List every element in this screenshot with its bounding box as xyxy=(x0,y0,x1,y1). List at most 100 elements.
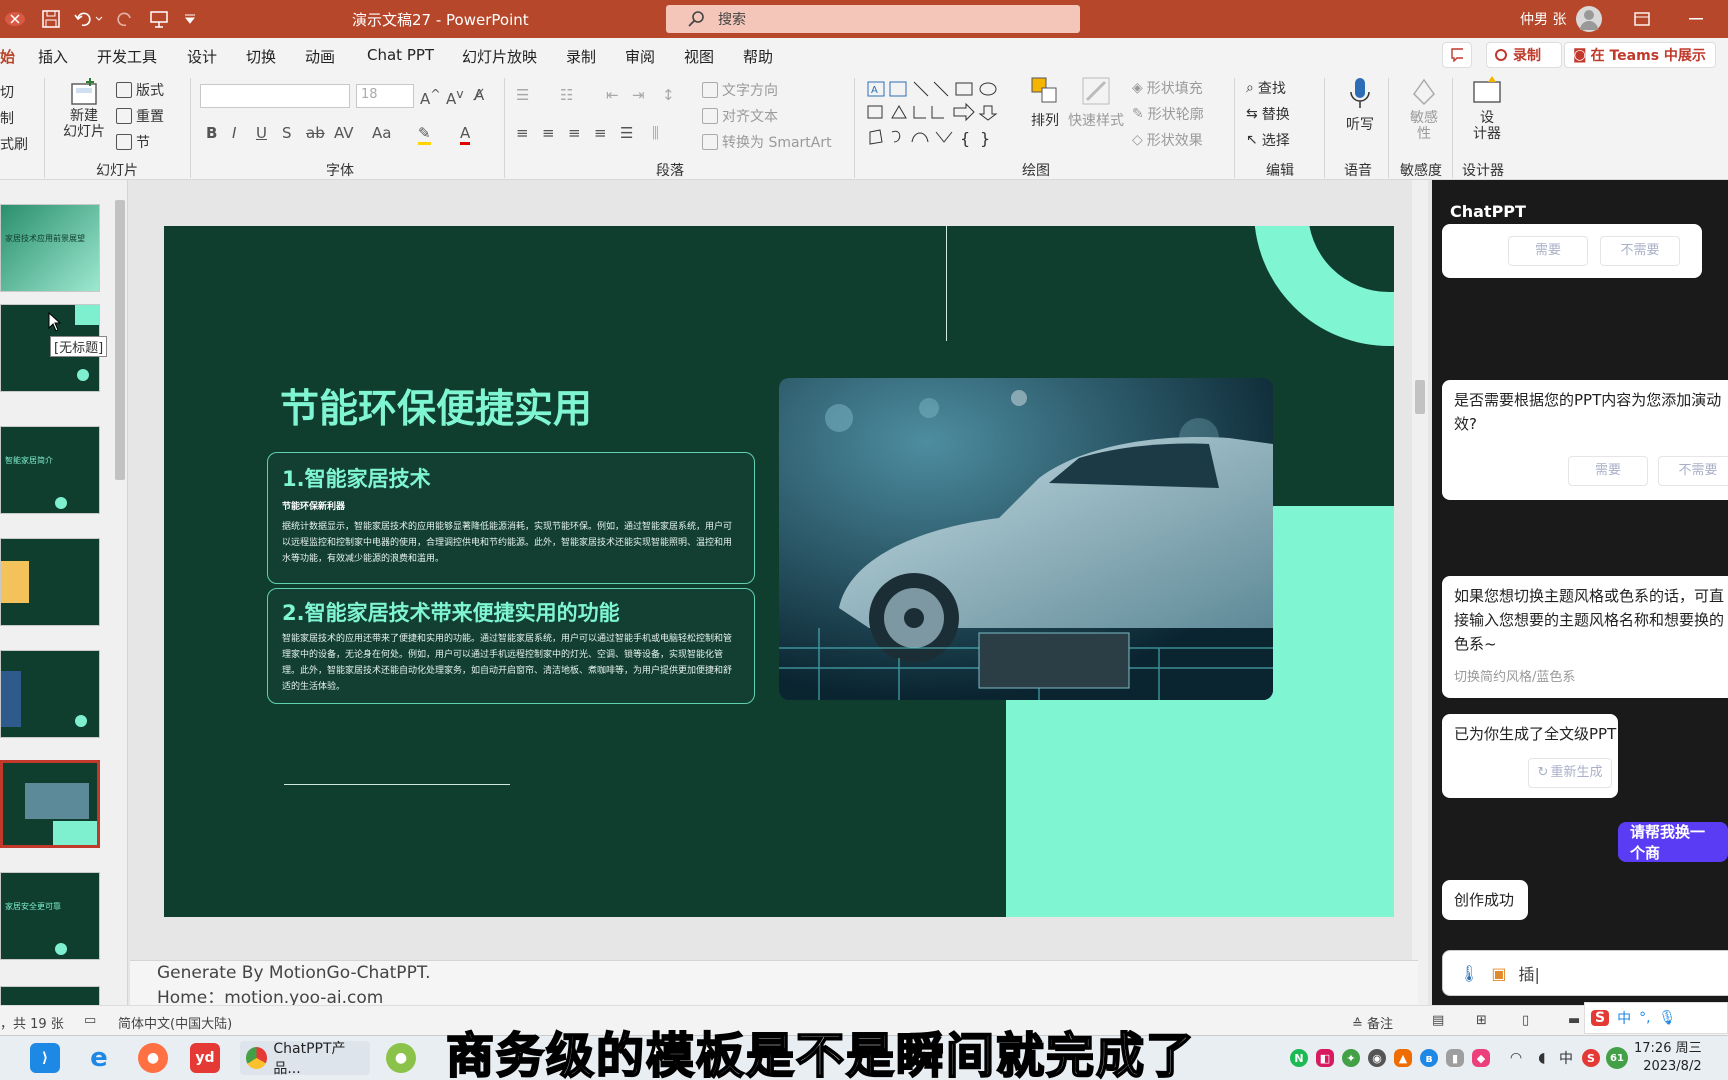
content-card-2[interactable]: 2.智能家居技术带来便捷实用的功能 智能家居技术的应用还带来了便捷和实用的功能。… xyxy=(267,588,755,704)
need-button[interactable]: 需要 xyxy=(1568,456,1648,486)
new-slide-button[interactable]: 新建 幻灯片 xyxy=(56,78,112,140)
tray-icon[interactable]: ▲ xyxy=(1394,1049,1412,1067)
smartart-button[interactable]: 转换为 SmartArt xyxy=(702,132,832,152)
shape-fill-button[interactable]: ◈ 形状填充 xyxy=(1132,78,1203,98)
copy-button[interactable]: 制 xyxy=(0,108,14,128)
volume-icon[interactable]: ◖ xyxy=(1532,1043,1552,1073)
tab-review[interactable]: 审阅 xyxy=(625,46,655,67)
editor-scrollbar[interactable] xyxy=(1412,180,1428,1005)
change-case-icon[interactable]: Aa xyxy=(372,124,391,142)
columns-icon[interactable]: ⫼ xyxy=(652,124,659,142)
tray-icon[interactable]: ◧ xyxy=(1316,1049,1334,1067)
undo-icon[interactable] xyxy=(72,8,106,30)
car-image[interactable] xyxy=(779,378,1273,700)
comments-button[interactable] xyxy=(1442,42,1472,68)
font-color-icon[interactable]: A xyxy=(460,124,471,145)
increase-indent-icon[interactable]: ⇥ xyxy=(632,86,645,104)
align-text-button[interactable]: 对齐文本 xyxy=(702,106,778,126)
shape-outline-button[interactable]: ✎ 形状轮廓 xyxy=(1132,104,1204,124)
redo-icon[interactable] xyxy=(112,8,138,30)
close-icon[interactable] xyxy=(2,8,28,30)
sensitivity-button[interactable]: 敏感 性 xyxy=(1404,76,1444,142)
slide-thumbnail-selected[interactable] xyxy=(0,760,100,848)
ime-indicator[interactable]: 中 xyxy=(1556,1043,1576,1073)
usb-icon[interactable]: ▮ xyxy=(1446,1049,1464,1067)
scrollbar-thumb[interactable] xyxy=(1415,380,1425,414)
decrease-indent-icon[interactable]: ⇤ xyxy=(606,86,619,104)
clear-format-icon[interactable]: A̸ xyxy=(474,86,484,104)
minimize-icon[interactable] xyxy=(1684,8,1708,30)
slide-headline[interactable]: 节能环保便捷实用 xyxy=(280,378,592,434)
section-button[interactable]: 节 xyxy=(116,132,150,152)
slide-thumbnail[interactable]: 家居安全更可靠 xyxy=(0,872,100,960)
reset-button[interactable]: 重置 xyxy=(116,106,164,126)
layout-button[interactable]: 版式 xyxy=(116,80,164,100)
strikethrough-icon[interactable]: ab xyxy=(306,124,325,142)
tab-developer[interactable]: 开发工具 xyxy=(97,46,157,67)
chat-input[interactable]: 🌡 ▣ 插| xyxy=(1442,950,1728,996)
save-icon[interactable] xyxy=(38,8,64,30)
slide-thumbnail[interactable] xyxy=(0,986,100,1005)
slide-thumbnail[interactable]: 家居技术应用前景展望 xyxy=(0,204,100,292)
slide-thumbnail[interactable] xyxy=(0,650,100,738)
distributed-icon[interactable]: ☰ xyxy=(620,124,633,142)
select-button[interactable]: ↖ 选择 xyxy=(1246,130,1290,150)
notes-pane[interactable]: Generate By MotionGo-ChatPPT. Home：motio… xyxy=(130,960,1418,1008)
shape-effects-button[interactable]: ◇ 形状效果 xyxy=(1132,130,1203,150)
no-need-button[interactable]: 不需要 xyxy=(1600,236,1680,266)
tab-design[interactable]: 设计 xyxy=(187,46,217,67)
slideshow-view-icon[interactable]: ▬ xyxy=(1568,1013,1580,1028)
slide-thumbnail[interactable] xyxy=(0,538,100,626)
bullets-icon[interactable]: ☰ xyxy=(516,86,529,104)
font-name-field[interactable] xyxy=(200,84,350,108)
reading-view-icon[interactable]: ▯ xyxy=(1522,1013,1529,1028)
tray-icon[interactable]: N xyxy=(1290,1049,1308,1067)
app-icon[interactable]: ● xyxy=(386,1043,416,1073)
slide-thumbnail[interactable]: 智能家居简介 xyxy=(0,426,100,514)
replace-button[interactable]: ⇆ 替换 xyxy=(1246,104,1290,124)
align-center-icon[interactable]: ≡ xyxy=(542,124,555,142)
dictate-button[interactable]: 听写 xyxy=(1340,76,1380,134)
slide-sorter-icon[interactable]: ⊞ xyxy=(1476,1013,1487,1028)
tab-help[interactable]: 帮助 xyxy=(743,46,773,67)
ie-icon[interactable]: e xyxy=(84,1043,114,1073)
thumbnails-scrollbar[interactable] xyxy=(112,180,127,1005)
grow-font-icon[interactable]: A^ xyxy=(420,86,441,108)
highlight-icon[interactable]: ✎ xyxy=(418,124,431,145)
sogou-icon[interactable]: S xyxy=(1582,1049,1600,1067)
scrollbar-thumb[interactable] xyxy=(115,200,125,480)
tab-home[interactable]: 始 xyxy=(0,46,15,67)
chat-suggestion[interactable]: 切换简约风格/蓝色系 xyxy=(1454,666,1575,690)
text-direction-button[interactable]: 文字方向 xyxy=(702,80,778,100)
tab-chatppt[interactable]: Chat PPT xyxy=(367,46,434,64)
network-icon[interactable]: ◠ xyxy=(1506,1043,1526,1073)
align-left-icon[interactable]: ≡ xyxy=(516,124,529,142)
shapes-gallery[interactable]: A {} xyxy=(866,80,1006,150)
avatar[interactable] xyxy=(1576,6,1602,32)
tab-slideshow[interactable]: 幻灯片放映 xyxy=(462,46,537,67)
normal-view-icon[interactable]: ▤ xyxy=(1432,1013,1444,1028)
ribbon-display-icon[interactable] xyxy=(1630,8,1654,30)
designer-button[interactable]: 设 计器 xyxy=(1466,76,1508,142)
align-right-icon[interactable]: ≡ xyxy=(568,124,581,142)
italic-icon[interactable]: I xyxy=(232,124,236,142)
char-spacing-icon[interactable]: AV xyxy=(334,124,354,142)
firefox-icon[interactable]: ● xyxy=(138,1043,168,1073)
tab-view[interactable]: 视图 xyxy=(684,46,714,67)
cut-button[interactable]: 切 xyxy=(0,82,14,102)
youdao-icon[interactable]: yd xyxy=(190,1043,220,1073)
ime-toolbar[interactable]: S 中 °, 🎙 xyxy=(1584,1002,1728,1034)
tray-icon[interactable]: ◆ xyxy=(1472,1049,1490,1067)
vscode-icon[interactable]: ⟩ xyxy=(30,1043,60,1073)
shadow-icon[interactable]: S xyxy=(282,124,292,142)
customize-toolbar-icon[interactable] xyxy=(180,8,200,30)
quick-styles-button[interactable]: 快速样式 xyxy=(1068,76,1124,130)
tab-record[interactable]: 录制 xyxy=(566,46,596,67)
search-box[interactable]: 搜索 xyxy=(666,5,1080,33)
taskbar-clock[interactable]: 17:26 周三 2023/8/2 xyxy=(1634,1040,1702,1076)
arrange-button[interactable]: 排列 xyxy=(1028,76,1062,130)
shrink-font-icon[interactable]: Av xyxy=(446,86,464,108)
chrome-taskbar-item[interactable]: ChatPPT产品... xyxy=(240,1041,370,1077)
underline-icon[interactable]: U xyxy=(256,124,267,142)
accessibility-icon[interactable]: ▭ xyxy=(84,1013,96,1028)
